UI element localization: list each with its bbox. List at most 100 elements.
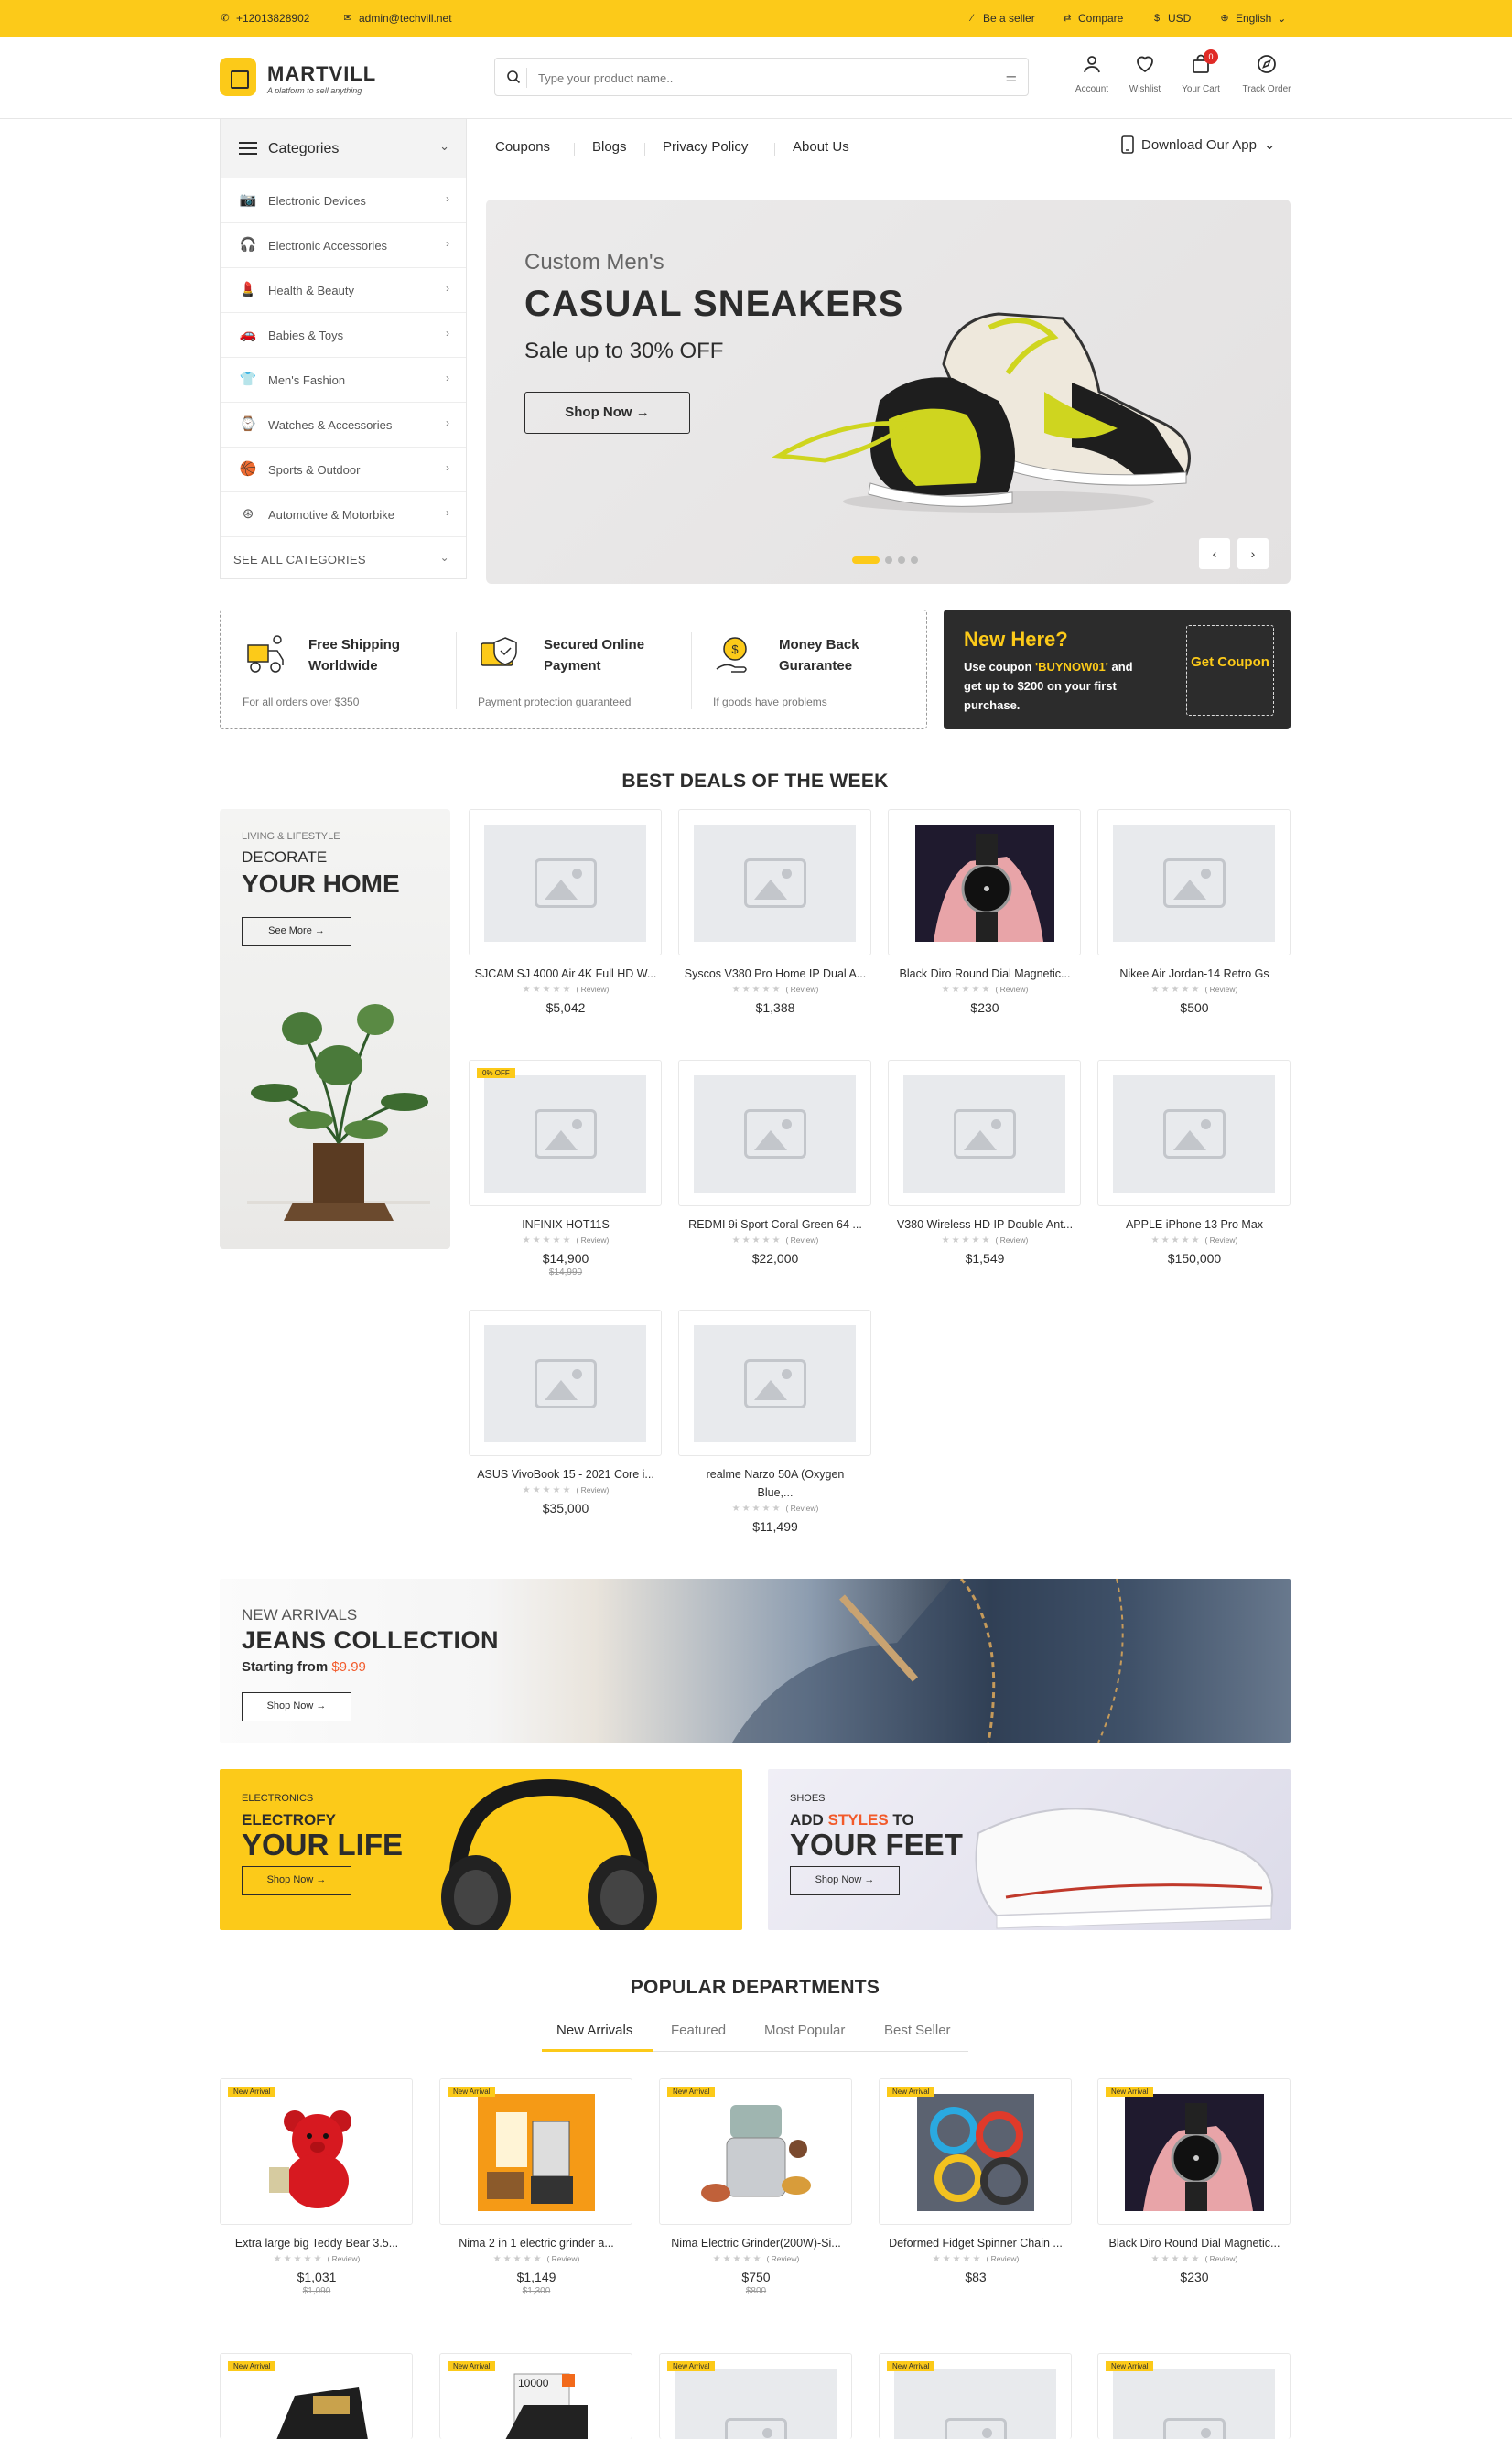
nav-link-blogs[interactable]: Blogs <box>592 139 627 155</box>
category-electronic-accessories[interactable]: 🎧 Electronic Accessories › <box>221 223 466 268</box>
nav-link-privacy[interactable]: Privacy Policy <box>663 139 748 155</box>
product-card[interactable] <box>888 1060 1081 1206</box>
product-card[interactable]: 0% OFF <box>469 1060 662 1206</box>
electronics-promo-banner[interactable]: ELECTRONICS ELECTROFY YOUR LIFE Shop Now… <box>220 1769 742 1930</box>
category-watches-accessories[interactable]: ⌚ Watches & Accessories › <box>221 403 466 448</box>
compare-link[interactable]: ⇄ Compare <box>1062 12 1123 25</box>
product-card[interactable] <box>1097 809 1291 955</box>
product-card[interactable]: New Arrival <box>659 2078 852 2225</box>
product-card[interactable]: New Arrival <box>1097 2078 1291 2225</box>
product-card[interactable] <box>678 1060 871 1206</box>
product-card[interactable]: 10000 New Arrival <box>439 2353 632 2439</box>
account-button[interactable]: Account <box>1064 53 1119 94</box>
plant-image <box>247 1004 430 1221</box>
download-app-button[interactable]: Download Our App ⌄ <box>1121 135 1276 154</box>
product-name[interactable]: Nima Electric Grinder(200W)-Si... <box>648 2234 864 2252</box>
product-card[interactable]: New Arrival <box>879 2353 1072 2439</box>
chevron-right-icon: › <box>446 282 449 295</box>
category-health-beauty[interactable]: 💄 Health & Beauty › <box>221 268 466 313</box>
product-card[interactable]: New Arrival <box>659 2353 852 2439</box>
product-name[interactable]: SJCAM SJ 4000 Air 4K Full HD W... <box>458 965 674 983</box>
product-card[interactable]: New Arrival <box>439 2078 632 2225</box>
phone-link[interactable]: ✆ +12013828902 <box>220 12 309 25</box>
nav-link-about[interactable]: About Us <box>793 139 849 155</box>
product-name[interactable]: REDMI 9i Sport Coral Green 64 ... <box>667 1215 883 1234</box>
new-arrival-badge: New Arrival <box>448 2087 496 2097</box>
hero-dot[interactable] <box>898 556 905 564</box>
product-name[interactable]: V380 Wireless HD IP Double Ant... <box>877 1215 1093 1234</box>
product-card[interactable]: New Arrival <box>220 2078 413 2225</box>
product-card[interactable] <box>469 809 662 955</box>
image-icon <box>953 1109 1016 1159</box>
product-price: $1,031 <box>297 2270 337 2284</box>
hero-dot[interactable] <box>885 556 892 564</box>
product-card[interactable] <box>678 809 871 955</box>
shop-now-button[interactable]: Shop Now → <box>242 1692 351 1721</box>
product-name[interactable]: Syscos V380 Pro Home IP Dual A... <box>667 965 883 983</box>
product-name[interactable]: ASUS VivoBook 15 - 2021 Core i... <box>458 1465 674 1484</box>
product-name[interactable]: Black Diro Round Dial Magnetic... <box>1086 2234 1302 2252</box>
globe-icon: ⊕ <box>1220 13 1229 24</box>
tab-new-arrivals[interactable]: New Arrivals <box>556 2023 632 2038</box>
shop-now-button[interactable]: Shop Now → <box>790 1866 900 1895</box>
product-name[interactable]: Extra large big Teddy Bear 3.5... <box>209 2234 425 2252</box>
get-coupon-button[interactable]: Get Coupon <box>1186 625 1274 716</box>
filter-icon[interactable]: ⚌ <box>1005 70 1017 85</box>
product-card[interactable] <box>678 1310 871 1456</box>
cart-count-badge: 0 <box>1204 49 1218 64</box>
product-card[interactable]: New Arrival <box>879 2078 1072 2225</box>
hero-dot[interactable] <box>911 556 918 564</box>
product-name[interactable]: APPLE iPhone 13 Pro Max <box>1086 1215 1302 1234</box>
category-electronic-devices[interactable]: 📷 Electronic Devices › <box>221 178 466 223</box>
product-info: Deformed Fidget Spinner Chain ... ★★★★★( … <box>868 2234 1084 2284</box>
search-icon[interactable] <box>506 70 521 84</box>
decorate-home-banner[interactable]: LIVING & LIFESTYLE DECORATE YOUR HOME Se… <box>220 809 450 1249</box>
currency-select[interactable]: $ USD <box>1151 12 1191 25</box>
shop-now-button[interactable]: Shop Now → <box>242 1866 351 1895</box>
email-link[interactable]: ✉ admin@techvill.net <box>342 12 451 25</box>
see-all-categories[interactable]: SEE ALL CATEGORIES ⌄ <box>221 537 466 581</box>
search-input[interactable] <box>538 68 977 88</box>
category-mens-fashion[interactable]: 👕 Men's Fashion › <box>221 358 466 403</box>
product-card[interactable]: New Arrival <box>1097 2353 1291 2439</box>
hero-dot[interactable] <box>852 556 880 564</box>
nav-link-coupons[interactable]: Coupons <box>495 139 550 155</box>
hero-prev-button[interactable]: ‹ <box>1199 538 1230 569</box>
hero-next-button[interactable]: › <box>1237 538 1269 569</box>
tab-featured[interactable]: Featured <box>671 2023 726 2038</box>
rating-stars: ★★★★★( Review) <box>1150 2254 1238 2264</box>
image-icon <box>534 1109 597 1159</box>
jeans-collection-banner[interactable]: NEW ARRIVALS JEANS COLLECTION Starting f… <box>220 1579 1291 1743</box>
track-order-button[interactable]: Track Order <box>1239 53 1294 94</box>
category-automotive-motorbike[interactable]: ⊛ Automotive & Motorbike › <box>221 492 466 537</box>
wishlist-button[interactable]: Wishlist <box>1118 53 1172 94</box>
category-sports-outdoor[interactable]: 🏀 Sports & Outdoor › <box>221 448 466 492</box>
svg-text:$: $ <box>731 642 739 656</box>
product-name[interactable]: Deformed Fidget Spinner Chain ... <box>868 2234 1084 2252</box>
brand-name[interactable]: MARTVILL <box>267 62 376 86</box>
product-name[interactable]: Black Diro Round Dial Magnetic... <box>877 965 1093 983</box>
cart-button[interactable]: 0 Your Cart <box>1173 49 1228 94</box>
product-card[interactable] <box>1097 1060 1291 1206</box>
product-card[interactable] <box>888 809 1081 955</box>
product-price: $5,042 <box>545 1000 586 1015</box>
tab-most-popular[interactable]: Most Popular <box>764 2023 845 2038</box>
popular-departments-title: POPULAR DEPARTMENTS <box>630 1977 880 1998</box>
image-icon <box>724 2418 787 2439</box>
product-name[interactable]: Nikee Air Jordan-14 Retro Gs <box>1086 965 1302 983</box>
language-select[interactable]: ⊕ English ⌄ <box>1219 12 1286 25</box>
category-babies-toys[interactable]: 🚗 Babies & Toys › <box>221 313 466 358</box>
hero-shop-now-button[interactable]: Shop Now → <box>524 392 690 434</box>
shoes-promo-banner[interactable]: SHOES ADD STYLES TO YOUR FEET Shop Now → <box>768 1769 1291 1930</box>
see-more-button[interactable]: See More → <box>242 917 351 946</box>
product-card[interactable] <box>469 1310 662 1456</box>
logo-icon[interactable] <box>220 58 256 96</box>
product-name[interactable]: realme Narzo 50A (Oxygen Blue,... <box>704 1465 847 1502</box>
categories-button[interactable]: Categories ⌄ <box>220 119 467 178</box>
be-seller-link[interactable]: ⁄ Be a seller <box>967 12 1035 25</box>
placeholder-image <box>694 1325 856 1442</box>
product-name[interactable]: INFINIX HOT11S <box>458 1215 674 1234</box>
tab-best-seller[interactable]: Best Seller <box>884 2023 951 2038</box>
product-name[interactable]: Nima 2 in 1 electric grinder a... <box>428 2234 644 2252</box>
product-card[interactable]: New Arrival <box>220 2353 413 2439</box>
